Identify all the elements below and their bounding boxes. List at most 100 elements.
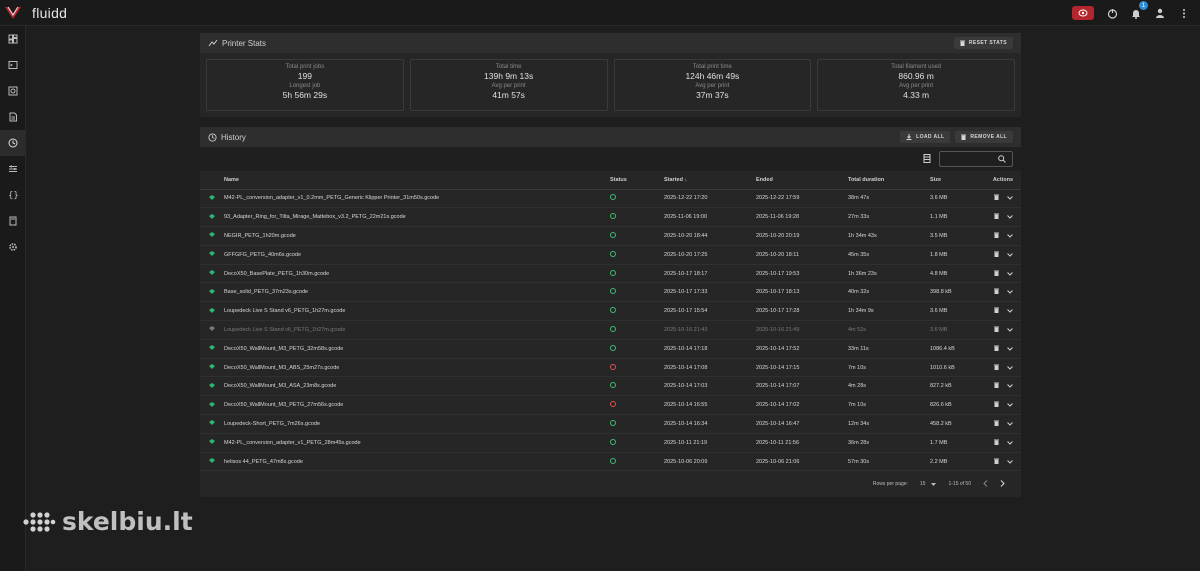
expand-row-button[interactable] [1007,309,1013,315]
table-row[interactable]: GFFGFG_PETG_40m6s.gcode 2025-10-20 17:25 2… [200,245,1021,265]
delete-row-button[interactable] [994,326,999,334]
prev-page-button[interactable] [983,480,988,489]
tune-icon [9,165,17,172]
restart-button[interactable] [1106,7,1118,19]
table-row[interactable]: helisos 44_PETG_47m8s.gcode 2025-10-06 20… [200,452,1021,472]
search-input[interactable] [939,151,1013,167]
status-success-icon [610,250,616,257]
actions-cell [990,264,1021,284]
table-row[interactable]: DecoX50_WallMount_M3_PETG_32m58s.gcode 20… [200,339,1021,359]
table-row[interactable]: Loupedeck Live S Stand v6_PETG_1h27m.gco… [200,320,1021,340]
trash-icon [994,270,999,276]
delete-row-button[interactable] [994,382,999,390]
delete-row-button[interactable] [994,364,999,372]
status-cell [610,207,664,228]
delete-row-button[interactable] [994,213,999,221]
expand-row-button[interactable] [1007,215,1013,221]
delete-row-button[interactable] [994,458,999,466]
col-started[interactable]: Started ↓ [664,171,756,190]
expand-row-button[interactable] [1007,271,1013,278]
table-row[interactable]: Loupedeck-Short_PETG_7m26s.gcode 2025-10-… [200,414,1021,434]
fluidd-logo-icon[interactable] [0,0,26,26]
chevron-down-icon [1007,234,1013,238]
nav-console[interactable] [0,52,26,78]
nav-camera[interactable] [0,78,26,104]
expand-row-button[interactable] [1007,459,1013,466]
nav-config[interactable]: {} [0,182,26,208]
table-row[interactable]: 93_Adapter_Ring_for_Tilta_Mirage_Mattebo… [200,207,1021,228]
delete-row-button[interactable] [994,307,999,315]
emergency-stop-icon [1078,9,1088,17]
table-row[interactable]: DecoX50_WallMount_M3_ABS_25m27s.gcode 202… [200,358,1021,378]
expand-row-button[interactable] [1007,234,1013,240]
remove-all-button[interactable]: REMOVE ALL [955,131,1013,143]
delete-row-button[interactable] [994,251,999,259]
delete-row-button[interactable] [994,270,999,278]
stat-value: 124h 46m 49s [685,71,740,81]
next-page-button[interactable] [1000,480,1005,489]
file-name: M42-PL_conversion_adapter_v1_PETG_28m45s… [224,433,610,453]
nav-jobs[interactable] [0,104,26,130]
rows-per-page-select[interactable]: 15 [920,481,937,487]
table-row[interactable]: Base_solid_PETG_37m23s.gcode 2025-10-17 1… [200,282,1021,303]
expand-row-button[interactable] [1007,422,1013,428]
emergency-stop-button[interactable] [1072,6,1094,20]
stat-label: Total time [495,64,522,70]
nav-settings[interactable] [0,234,26,260]
expand-row-button[interactable] [1007,196,1013,202]
delete-row-button[interactable] [994,401,999,409]
delete-row-button[interactable] [994,345,999,353]
table-row[interactable]: DecoX50_WallMount_M3_ASA_23m8s.gcode 2025… [200,376,1021,397]
actions-cell [990,282,1021,303]
col-name[interactable]: Name [224,171,610,190]
table-row[interactable]: M42-PL_conversion_adapter_v1_0.2mm_PETG_… [200,189,1021,209]
expand-row-button[interactable] [1007,252,1013,259]
started-cell: 2025-10-14 17:08 [664,358,756,378]
size-cell: 1.1 MB [930,207,990,228]
table-row[interactable]: Loupedeck Live S Stand v6_PETG_1h27m.gco… [200,301,1021,322]
notifications-button[interactable]: 1 [1130,1,1148,19]
nav-tune[interactable] [0,156,26,182]
ended-cell: 2025-12-22 17:59 [756,189,848,209]
expand-row-button[interactable] [1007,365,1013,372]
col-ended[interactable]: Ended [756,171,848,190]
reset-stats-button[interactable]: RESET STATS [953,37,1013,49]
col-duration[interactable]: Total duration [848,171,930,190]
expand-row-button[interactable] [1007,346,1013,353]
actions-cell [990,189,1021,209]
user-button[interactable] [1154,7,1166,19]
column-toggle-button[interactable] [923,150,931,168]
expand-row-button[interactable] [1007,403,1013,409]
table-row[interactable]: DecoX50_WallMount_M3_PETG_27m56s.gcode 20… [200,395,1021,416]
delete-row-button[interactable] [994,288,999,296]
nav-system[interactable] [0,208,26,234]
col-size[interactable]: Size [930,171,990,190]
table-row[interactable]: DecoX50_BasePlate_PETG_1h30m.gcode 2025-1… [200,264,1021,284]
size-cell: 826.6 kB [930,395,990,416]
expand-row-button[interactable] [1007,440,1013,447]
delete-row-button[interactable] [994,194,999,202]
more-menu-button[interactable] [1178,7,1190,19]
nav-dashboard[interactable] [0,26,26,52]
started-cell: 2025-10-14 17:18 [664,339,756,359]
actions-cell [990,433,1021,453]
expand-row-button[interactable] [1007,384,1013,390]
delete-row-button[interactable] [994,439,999,447]
file-name: M42-PL_conversion_adapter_v1_0.2mm_PETG_… [224,189,610,209]
chevron-down-icon [1007,271,1013,276]
nav-history[interactable] [0,130,26,156]
delete-row-button[interactable] [994,420,999,428]
load-all-button[interactable]: LOAD ALL [900,131,951,143]
ended-cell: 2025-10-14 17:52 [756,339,848,359]
duration-cell: 12m 34s [848,414,930,434]
col-status[interactable]: Status [610,171,664,190]
trash-icon [994,420,999,426]
expand-row-button[interactable] [1007,290,1013,296]
delete-row-button[interactable] [994,232,999,240]
trash-icon [994,326,999,332]
table-row[interactable]: M42-PL_conversion_adapter_v1_PETG_28m45s… [200,433,1021,453]
expand-row-button[interactable] [1007,328,1013,334]
rows-per-page-label: Rows per page: [872,481,908,488]
started-cell: 2025-10-17 17:33 [664,282,756,303]
table-row[interactable]: NEGIR_PETG_1h20m.gcode 2025-10-20 18:44 20… [200,226,1021,246]
